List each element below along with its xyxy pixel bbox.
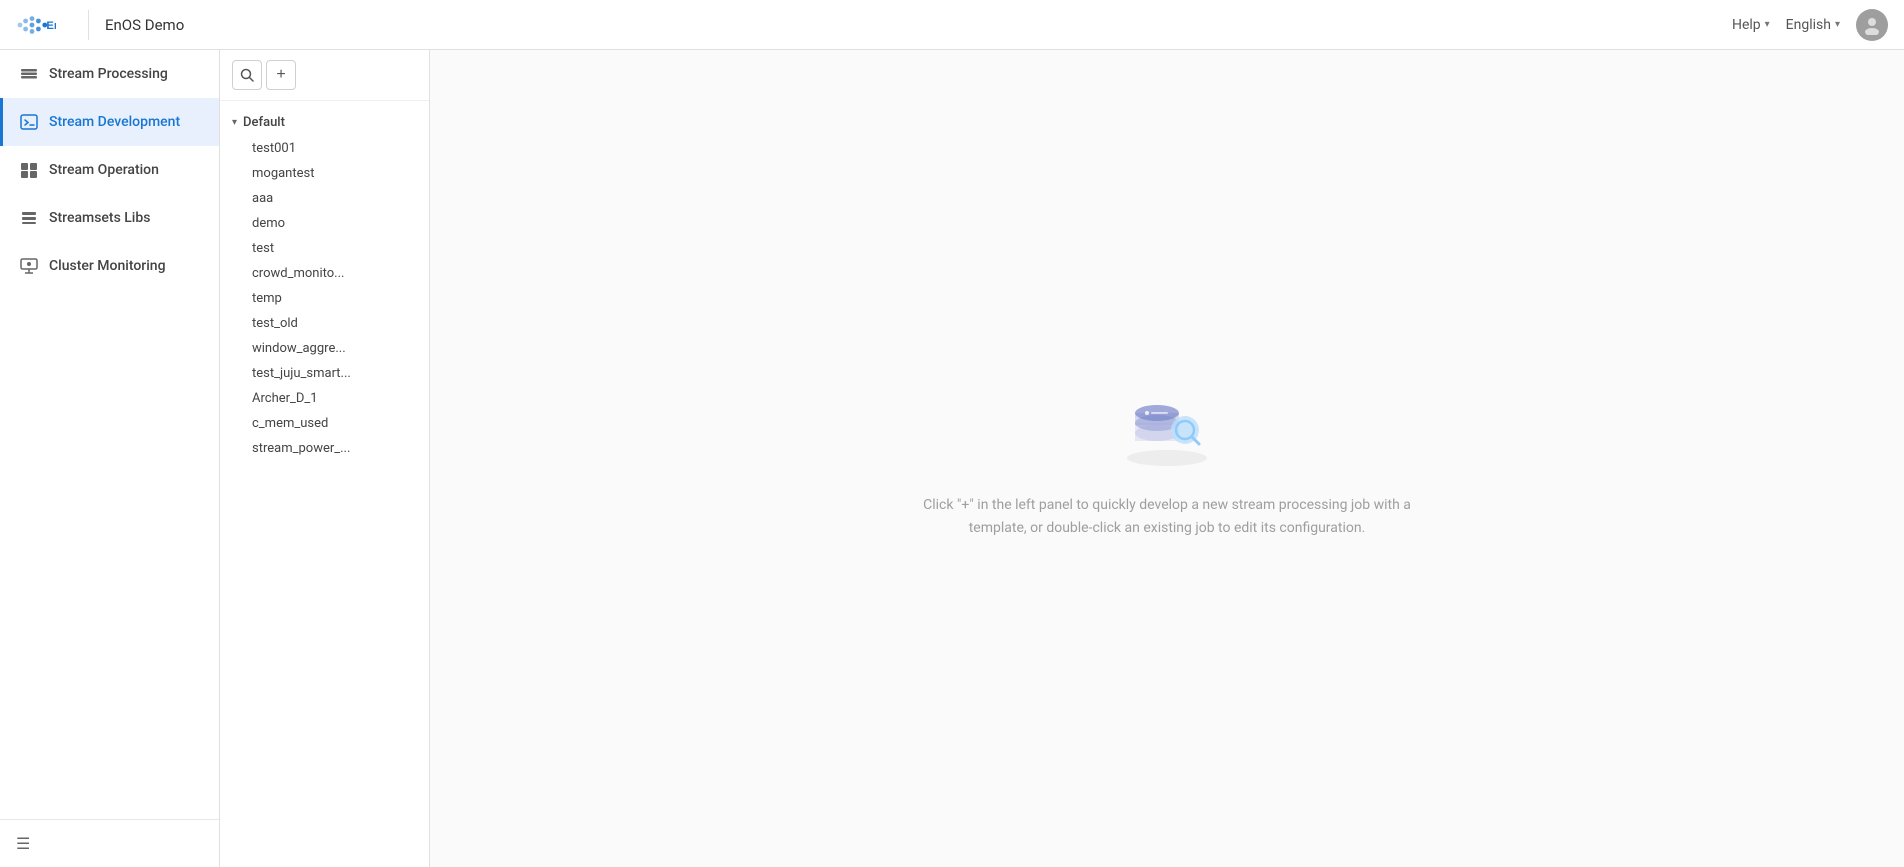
- stream-processing-icon: [19, 64, 39, 84]
- sidebar-item-streamsets-libs-label: Streamsets Libs: [49, 210, 150, 226]
- sidebar-item-cluster-monitoring-label: Cluster Monitoring: [49, 258, 166, 274]
- tree-group-name: Default: [243, 115, 285, 130]
- sidebar-item-stream-operation[interactable]: Stream Operation: [0, 146, 219, 194]
- sidebar-item-stream-processing-label: Stream Processing: [49, 66, 168, 82]
- empty-state: Click "+" in the left panel to quickly d…: [897, 378, 1437, 539]
- logo[interactable]: EnOS: [16, 10, 56, 40]
- sidebar-item-stream-development-label: Stream Development: [49, 114, 180, 130]
- navbar-divider: [88, 10, 89, 40]
- tree-item[interactable]: test_juju_smart...: [220, 361, 429, 386]
- app-title: EnOS Demo: [105, 16, 1732, 34]
- lang-label: English: [1786, 17, 1831, 33]
- tree-item[interactable]: demo: [220, 211, 429, 236]
- tree-item[interactable]: aaa: [220, 186, 429, 211]
- empty-state-illustration: [1117, 378, 1217, 478]
- add-icon: +: [276, 66, 285, 84]
- language-menu[interactable]: English ▾: [1786, 17, 1840, 33]
- tree-group-header[interactable]: ▾ Default: [220, 109, 429, 136]
- tree-toolbar: +: [220, 50, 429, 101]
- sidebar-item-streamsets-libs[interactable]: Streamsets Libs: [0, 194, 219, 242]
- panel-container: + ▾ Default test001mogantestaaademotestc…: [220, 50, 1904, 867]
- tree-content: ▾ Default test001mogantestaaademotestcro…: [220, 101, 429, 867]
- sidebar-item-stream-development[interactable]: Stream Development: [0, 98, 219, 146]
- tree-item[interactable]: Archer_D_1: [220, 386, 429, 411]
- tree-item[interactable]: test: [220, 236, 429, 261]
- enos-logo-icon: EnOS: [16, 10, 56, 40]
- stream-operation-icon: [19, 160, 39, 180]
- main-layout: Stream Processing Stream Development: [0, 50, 1904, 867]
- help-menu[interactable]: Help ▾: [1732, 17, 1770, 33]
- sidebar-item-stream-processing[interactable]: Stream Processing: [0, 50, 219, 98]
- search-icon: [240, 68, 254, 82]
- cluster-monitoring-icon: [19, 256, 39, 276]
- tree-item[interactable]: test_old: [220, 311, 429, 336]
- navbar: EnOS EnOS Demo Help ▾ English ▾: [0, 0, 1904, 50]
- tree-panel: + ▾ Default test001mogantestaaademotestc…: [220, 50, 430, 867]
- tree-items-container: test001mogantestaaademotestcrowd_monito.…: [220, 136, 429, 461]
- avatar-icon: [1862, 15, 1882, 35]
- navbar-right: Help ▾ English ▾: [1732, 9, 1888, 41]
- tree-item[interactable]: crowd_monito...: [220, 261, 429, 286]
- collapse-icon[interactable]: ☰: [16, 834, 30, 853]
- tree-group-default: ▾ Default test001mogantestaaademotestcro…: [220, 109, 429, 461]
- main-content: Click "+" in the left panel to quickly d…: [430, 50, 1904, 867]
- tree-item[interactable]: c_mem_used: [220, 411, 429, 436]
- help-label: Help: [1732, 17, 1761, 33]
- tree-item[interactable]: window_aggre...: [220, 336, 429, 361]
- tree-item[interactable]: test001: [220, 136, 429, 161]
- lang-chevron-icon: ▾: [1835, 19, 1840, 30]
- tree-item[interactable]: stream_power_...: [220, 436, 429, 461]
- sidebar: Stream Processing Stream Development: [0, 50, 220, 867]
- tree-item[interactable]: mogantest: [220, 161, 429, 186]
- sidebar-item-cluster-monitoring[interactable]: Cluster Monitoring: [0, 242, 219, 290]
- help-chevron-icon: ▾: [1765, 19, 1770, 30]
- svg-text:EnOS: EnOS: [46, 20, 56, 32]
- sidebar-footer: ☰: [0, 819, 219, 867]
- user-avatar[interactable]: [1856, 9, 1888, 41]
- empty-state-text: Click "+" in the left panel to quickly d…: [897, 494, 1437, 539]
- stream-development-icon: [19, 112, 39, 132]
- search-button[interactable]: [232, 60, 262, 90]
- tree-item[interactable]: temp: [220, 286, 429, 311]
- streamsets-libs-icon: [19, 208, 39, 228]
- add-button[interactable]: +: [266, 60, 296, 90]
- tree-group-chevron-icon: ▾: [232, 117, 237, 128]
- sidebar-item-stream-operation-label: Stream Operation: [49, 162, 159, 178]
